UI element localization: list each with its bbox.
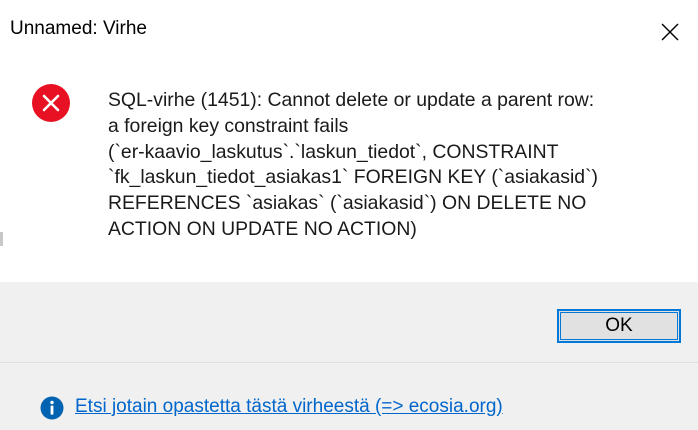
title-bar: Unnamed: Virhe — [0, 0, 698, 68]
help-link[interactable]: Etsi jotain opastetta tästä virheestä (=… — [75, 396, 503, 418]
footer: Etsi jotain opastetta tästä virheestä (=… — [0, 363, 698, 430]
error-message-line: ACTION ON UPDATE NO ACTION) — [108, 217, 417, 240]
error-message-line: (`er-kaavio_laskutus`.`laskun_tiedot`, C… — [108, 140, 559, 163]
window-edge — [0, 232, 3, 246]
error-message-line: `fk_laskun_tiedot_asiakas1` FOREIGN KEY … — [108, 166, 598, 189]
window-title: Unnamed: Virhe — [10, 18, 147, 39]
ok-button[interactable]: OK — [557, 309, 681, 343]
error-message-line: a foreign key constraint fails — [108, 114, 349, 137]
close-icon — [661, 23, 679, 41]
error-dialog: Unnamed: Virhe SQL-virhe (1451): Cannot … — [0, 0, 698, 430]
close-button[interactable] — [642, 0, 698, 64]
info-icon — [40, 396, 64, 420]
error-message-line: REFERENCES `asiakas` (`asiakasid`) ON DE… — [108, 192, 587, 215]
error-message: SQL-virhe (1451): Cannot delete or updat… — [108, 88, 668, 243]
error-message-line: SQL-virhe (1451): Cannot delete or updat… — [108, 89, 595, 111]
message-area: SQL-virhe (1451): Cannot delete or updat… — [0, 68, 698, 282]
error-icon — [32, 84, 70, 122]
button-area: OK — [0, 282, 698, 362]
